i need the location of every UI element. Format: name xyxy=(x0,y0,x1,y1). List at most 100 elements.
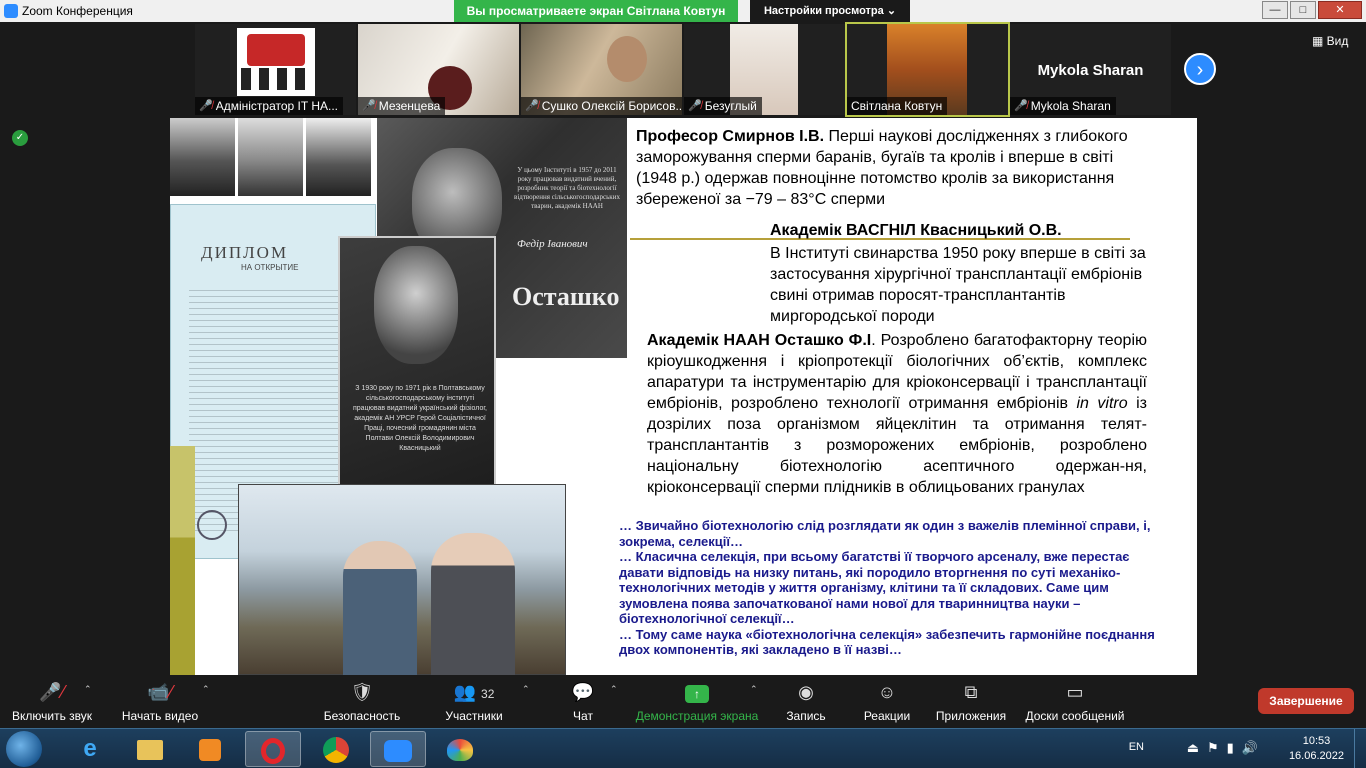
chevron-up-icon[interactable]: ⌃ xyxy=(610,684,618,695)
participant-tile[interactable]: Mykola Sharan 🎤̸ Mykola Sharan xyxy=(1010,24,1171,115)
security-label: Безопасность xyxy=(323,709,401,723)
window-controls: — □ ✕ xyxy=(1262,1,1362,19)
text-block-kvasnytskyi: Академік ВАСГНІЛ Квасницький О.В. В Інст… xyxy=(770,220,1160,327)
seal-icon xyxy=(197,510,227,540)
chevron-up-icon[interactable]: ⌃ xyxy=(750,684,758,695)
reactions-button[interactable]: ☺ Реакции xyxy=(860,681,914,723)
plaque-text: У цьому Інституті в 1957 до 2011 року пр… xyxy=(514,166,620,210)
usb-icon[interactable]: ⏏ xyxy=(1187,740,1207,755)
maximize-icon[interactable]: □ xyxy=(1290,1,1316,19)
explorer-icon[interactable] xyxy=(122,731,178,767)
apps-button[interactable]: ⧉ Приложения xyxy=(934,681,1008,723)
opera-icon[interactable] xyxy=(245,731,301,767)
unmute-label: Включить звук xyxy=(11,709,93,723)
portrait-photo xyxy=(238,118,303,196)
view-mode-label: Вид xyxy=(1326,34,1349,48)
mic-muted-icon: 🎤̸ xyxy=(1014,100,1028,112)
language-indicator[interactable]: EN xyxy=(1129,741,1144,753)
portrait-photo xyxy=(306,118,371,196)
chevron-up-icon[interactable]: ⌃ xyxy=(202,684,210,695)
meeting-controls: 🎤⁄ Включить звук ⌃ 📹⁄ Начать видео ⌃ 🛡 Б… xyxy=(0,675,1366,728)
heading-smirnov: Професор Смирнов І.В. xyxy=(636,128,825,145)
participant-name: Мезенцева xyxy=(378,99,441,113)
memorial-plaque-kvasnytskyi: З 1930 року по 1971 рік в Полтавському с… xyxy=(338,236,496,486)
end-meeting-button[interactable]: Завершение xyxy=(1258,688,1354,714)
participant-tile[interactable]: 🎤̸ Мезенцева xyxy=(358,24,519,115)
mic-muted-icon: 🎤̸ xyxy=(362,100,376,112)
body-kvasnytskyi: В Інституті свинарства 1950 року вперше … xyxy=(770,245,1146,325)
ie-icon[interactable]: e xyxy=(62,731,118,767)
encryption-shield-icon[interactable]: ✓ xyxy=(12,130,28,146)
whiteboard-icon: ▭ xyxy=(1066,682,1084,702)
participant-name-tag: 🎤̸ Безуглый xyxy=(684,97,762,115)
record-button[interactable]: ◉ Запись xyxy=(782,681,830,723)
flag-icon[interactable]: ⚑ xyxy=(1207,740,1227,755)
participants-count: 32 xyxy=(481,687,495,701)
unmute-button[interactable]: 🎤⁄ Включить звук ⌃ xyxy=(8,681,96,723)
network-icon[interactable]: ▮ xyxy=(1227,740,1242,755)
close-icon[interactable]: ✕ xyxy=(1318,1,1362,19)
zoom-logo-icon xyxy=(4,4,18,18)
clock[interactable]: 10:53 16.06.2022 xyxy=(1289,734,1344,764)
participant-avatar-name: Mykola Sharan xyxy=(1037,62,1144,79)
chevron-up-icon[interactable]: ⌃ xyxy=(522,684,530,695)
portrait-photo xyxy=(170,118,235,196)
next-page-button[interactable]: › xyxy=(1184,53,1216,85)
participant-name: Адміністратор IT НА... xyxy=(215,99,338,113)
share-banner: Вы просматриваете экран Світлана Ковтун xyxy=(454,0,738,22)
share-screen-button[interactable]: ↑ Демонстрация экрана ⌃ xyxy=(632,681,762,723)
body-ostashko-italic: in vitro xyxy=(1076,395,1128,412)
participant-tile[interactable]: 🎤̸ Адміністратор IT НА... xyxy=(195,24,356,115)
paint-icon[interactable] xyxy=(432,731,488,767)
participant-tile[interactable]: 🎤̸ Сушко Олексій Борисов... xyxy=(521,24,682,115)
quote-line: … Класична селекція, при всьому багатств… xyxy=(619,549,1130,626)
start-video-button[interactable]: 📹⁄ Начать видео ⌃ xyxy=(118,681,210,723)
start-video-label: Начать видео xyxy=(121,709,199,723)
participant-tile[interactable]: 🎤̸ Безуглый xyxy=(684,24,845,115)
system-tray: EN ⏏⚑▮🔊 10:53 16.06.2022 xyxy=(1066,729,1366,768)
participant-avatar xyxy=(237,28,315,96)
volume-icon[interactable]: 🔊 xyxy=(1242,740,1266,755)
zoom-icon[interactable] xyxy=(370,731,426,767)
tray-icons: ⏏⚑▮🔊 xyxy=(1187,740,1266,756)
security-button[interactable]: 🛡 Безопасность xyxy=(318,681,406,723)
participant-name: Сушко Олексій Борисов... xyxy=(541,99,682,113)
plaque-surname: Осташко xyxy=(512,282,620,311)
record-label: Запись xyxy=(786,709,826,723)
grid-icon: ▦ xyxy=(1312,34,1327,48)
participants-button[interactable]: 👥 32 Участники ⌃ xyxy=(440,681,529,723)
whiteboards-label: Доски сообщений xyxy=(1025,709,1125,723)
plaque-text: З 1930 року по 1971 рік в Полтавському с… xyxy=(353,385,487,452)
video-off-icon: 📹⁄ xyxy=(147,682,173,702)
plaque-first-names: Федір Іванович xyxy=(517,238,588,250)
zoom-window: Zoom Конференция — □ ✕ Вы просматриваете… xyxy=(0,0,1366,768)
text-block-smirnov: Професор Смирнов І.В. Перші наукові досл… xyxy=(636,126,1156,210)
shield-icon: 🛡 xyxy=(350,682,374,702)
decorative-bar xyxy=(170,446,195,675)
chevron-up-icon[interactable]: ⌃ xyxy=(84,684,92,695)
media-player-icon[interactable] xyxy=(182,731,238,767)
mic-muted-icon: 🎤̸ xyxy=(199,100,213,112)
whiteboards-button[interactable]: ▭ Доски сообщений xyxy=(1022,681,1128,723)
text-block-ostashko: Академік НААН Осташко Ф.І. Розроблено ба… xyxy=(647,330,1147,498)
participant-name-tag: 🎤̸ Сушко Олексій Борисов... xyxy=(521,97,682,115)
quote-line: … Звичайно біотехнологію слід розглядати… xyxy=(619,518,1151,549)
clock-date: 16.06.2022 xyxy=(1288,750,1344,762)
farm-photo xyxy=(238,484,566,675)
participant-name-tag: 🎤̸ Mykola Sharan xyxy=(1010,97,1116,115)
chrome-icon[interactable] xyxy=(308,731,364,767)
minimize-icon[interactable]: — xyxy=(1262,1,1288,19)
participant-name-tag: Світлана Ковтун xyxy=(847,97,948,115)
show-desktop-button[interactable] xyxy=(1354,729,1366,768)
share-screen-label: Демонстрация экрана xyxy=(635,709,759,723)
view-settings-button[interactable]: Настройки просмотра ⌄ xyxy=(750,0,910,22)
quote-line: … Тому саме наука «біотехнологічна селек… xyxy=(619,626,1155,658)
participant-name-tag: 🎤̸ Мезенцева xyxy=(358,97,446,115)
window-title: Zoom Конференция xyxy=(22,4,133,18)
taskbar: e EN ⏏⚑▮🔊 10:53 16.06.2022 xyxy=(0,728,1366,768)
participant-tile-active[interactable]: Світлана Ковтун xyxy=(845,22,1010,117)
view-settings-label: Настройки просмотра xyxy=(763,5,884,17)
chat-button[interactable]: 💬 Чат ⌃ xyxy=(566,681,618,723)
view-mode-button[interactable]: ▦ Вид xyxy=(1312,34,1348,48)
start-button[interactable] xyxy=(6,731,42,767)
